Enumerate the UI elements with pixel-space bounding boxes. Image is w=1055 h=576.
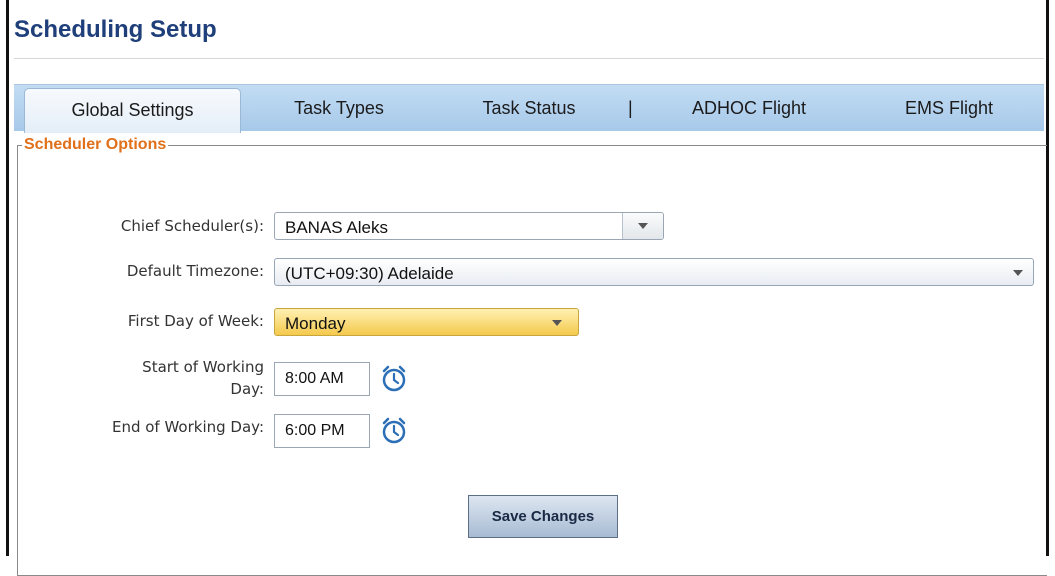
- first-day-of-week-value: Monday: [285, 314, 346, 333]
- tab-adhoc-flight[interactable]: ADHOC Flight: [669, 85, 829, 131]
- default-timezone-value: (UTC+09:30) Adelaide: [285, 264, 454, 283]
- chief-scheduler-value: BANAS Aleks: [285, 218, 388, 237]
- scheduler-options-legend: Scheduler Options: [24, 136, 167, 153]
- end-of-working-day-label: End of Working Day:: [111, 418, 264, 436]
- chief-scheduler-dropdown-button[interactable]: [622, 213, 663, 239]
- tab-task-status[interactable]: Task Status: [454, 85, 604, 131]
- start-of-working-day-label: Start of Working Day:: [142, 356, 264, 400]
- chief-scheduler-label: Chief Scheduler(s):: [120, 217, 264, 235]
- end-time-input[interactable]: 6:00 PM: [274, 414, 370, 448]
- default-timezone-label: Default Timezone:: [126, 262, 264, 280]
- chevron-down-icon: [638, 223, 648, 229]
- start-time-input[interactable]: 8:00 AM: [274, 362, 370, 396]
- first-day-of-week-label: First Day of Week:: [127, 312, 264, 330]
- chevron-down-icon: [552, 320, 562, 326]
- save-changes-button[interactable]: Save Changes: [468, 495, 618, 538]
- tab-bar: Global Settings Task Types Task Status |…: [14, 84, 1044, 133]
- clock-icon[interactable]: [378, 415, 410, 447]
- tab-separator: |: [628, 98, 633, 118]
- tab-ems-flight[interactable]: EMS Flight: [879, 85, 1019, 131]
- tab-global-settings[interactable]: Global Settings: [24, 88, 241, 133]
- tab-task-types[interactable]: Task Types: [264, 85, 414, 131]
- page-title: Scheduling Setup: [14, 16, 217, 43]
- start-of-working-day-label-line1: Start of Working: [142, 358, 264, 376]
- clock-icon[interactable]: [378, 363, 410, 395]
- chevron-down-icon: [1013, 270, 1023, 276]
- title-divider: [14, 58, 1044, 59]
- default-timezone-select[interactable]: (UTC+09:30) Adelaide: [274, 258, 1034, 286]
- chief-scheduler-select[interactable]: BANAS Aleks: [274, 212, 664, 240]
- start-of-working-day-label-line2: Day:: [230, 380, 264, 398]
- first-day-of-week-select[interactable]: Monday: [274, 308, 579, 336]
